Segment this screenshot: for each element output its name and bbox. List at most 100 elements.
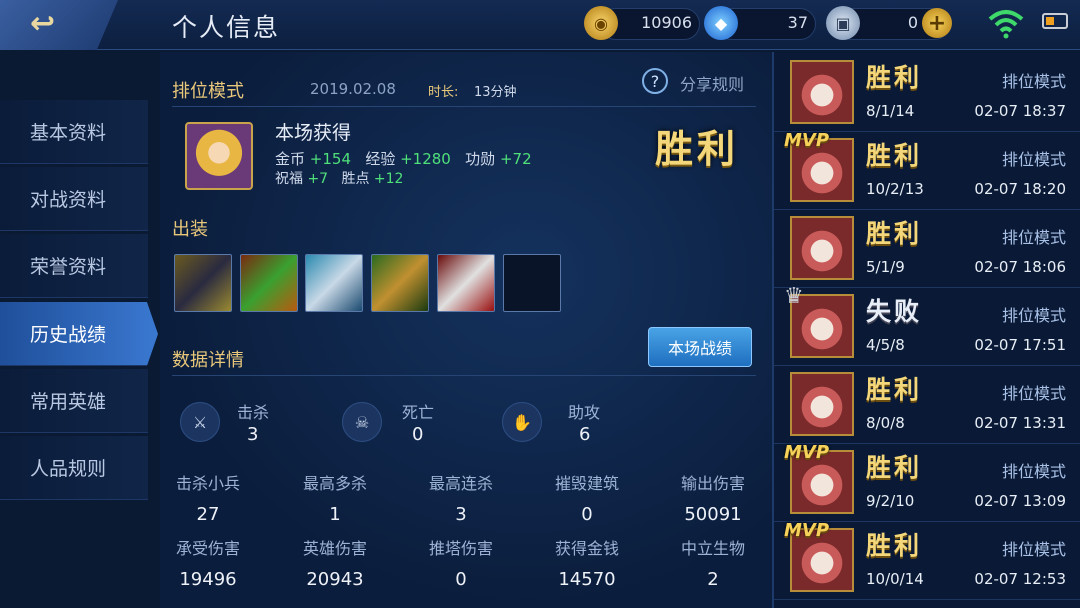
exp-gain-label: 经验: [365, 150, 396, 168]
match-duration: 13分钟: [474, 85, 517, 100]
equipment-slot-4[interactable]: [371, 254, 429, 312]
back-arrow-icon: ↩: [30, 6, 56, 41]
gains-row-2: 祝福 +7 胜点 +12: [275, 168, 403, 188]
points-gain-label: 胜点: [341, 171, 370, 187]
history-mode: 排位模式: [1001, 228, 1066, 247]
history-mode: 排位模式: [1001, 306, 1066, 325]
history-time: 02-07 18:20: [974, 180, 1066, 198]
history-result: 胜利: [866, 375, 923, 404]
bless-gain-label: 祝福: [275, 171, 303, 187]
merit-gain-label: 功勋: [465, 150, 496, 168]
history-row[interactable]: ♛ 失败 排位模式 4/5/8 02-07 17:51: [774, 284, 1080, 366]
stat-value: 0: [455, 569, 467, 590]
help-icon[interactable]: ?: [642, 68, 668, 94]
mvp-badge: MVP: [784, 520, 830, 541]
history-time: 02-07 18:06: [974, 258, 1066, 276]
gains-row-1: 金币 +154 经验 +1280 功勋 +72: [275, 148, 532, 169]
skull-icon: ☠: [342, 402, 382, 442]
equipment-label: 出装: [172, 219, 208, 240]
history-kda: 8/0/8: [866, 414, 905, 432]
kill-label: 击杀: [237, 403, 270, 422]
stat-value: 2: [707, 569, 719, 590]
mvp-badge: MVP: [784, 130, 830, 151]
assist-label: 助攻: [568, 403, 601, 422]
history-row[interactable]: MVP 胜利 排位模式 9/2/10 02-07 13:09: [774, 442, 1080, 522]
history-time: 02-07 13:31: [974, 414, 1066, 432]
history-mode: 排位模式: [1001, 72, 1066, 91]
hero-avatar: [185, 122, 253, 190]
history-mode: 排位模式: [1001, 150, 1066, 169]
history-result: 胜利: [866, 219, 923, 248]
history-mode: 排位模式: [1001, 384, 1066, 403]
history-kda: 4/5/8: [866, 336, 905, 354]
history-row[interactable]: MVP 胜利 排位模式 10/2/13 02-07 18:20: [774, 130, 1080, 210]
stat-value: 1: [329, 504, 341, 525]
stat-value: 20943: [306, 569, 364, 590]
mvp-badge: MVP: [784, 442, 830, 463]
history-row[interactable]: 胜利 排位模式 8/1/14 02-07 18:37: [774, 54, 1080, 132]
match-date: 2019.02.08: [310, 80, 396, 98]
voucher-icon: ▣: [826, 6, 860, 40]
sidebar-item-battle-info[interactable]: 对战资料: [0, 167, 148, 231]
sidebar-item-label: 荣誉资料: [30, 256, 107, 278]
stat-label: 输出伤害: [680, 474, 745, 493]
diamond-value: 37: [787, 13, 808, 32]
history-kda: 10/2/13: [866, 180, 924, 198]
stat-value: 27: [196, 504, 220, 525]
equipment-slot-3[interactable]: [305, 254, 363, 312]
gold-gain-label: 金币: [275, 150, 306, 168]
stat-label: 推塔伤害: [428, 539, 493, 558]
sidebar-item-match-history[interactable]: 历史战绩: [0, 302, 158, 366]
hero-avatar: [790, 216, 854, 280]
sidebar-item-credit-rules[interactable]: 人品规则: [0, 436, 148, 500]
sidebar-item-label: 基本资料: [30, 122, 107, 144]
stat-label: 摧毁建筑: [554, 474, 619, 493]
sidebar-item-honor-info[interactable]: 荣誉资料: [0, 234, 148, 298]
voucher-value: 0: [907, 13, 918, 32]
assist-icon: ✋: [502, 402, 542, 442]
history-row[interactable]: 胜利 排位模式 5/1/9 02-07 18:06: [774, 210, 1080, 288]
death-value: 0: [412, 424, 424, 445]
history-row[interactable]: MVP 胜利 排位模式 10/0/14 02-07 12:53: [774, 520, 1080, 600]
equipment-slot-6-empty[interactable]: [503, 254, 561, 312]
duration-label: 时长:: [428, 85, 459, 100]
history-row[interactable]: 胜利 排位模式 8/0/8 02-07 13:31: [774, 366, 1080, 444]
stat-value: 19496: [179, 569, 237, 590]
match-history-list: 胜利 排位模式 8/1/14 02-07 18:37 MVP 胜利 排位模式 1…: [772, 52, 1080, 608]
history-kda: 5/1/9: [866, 258, 905, 276]
stat-label: 最高多杀: [302, 474, 367, 493]
history-kda: 9/2/10: [866, 492, 915, 510]
merit-gain-value: +72: [499, 150, 532, 168]
crown-icon: ♛: [784, 284, 804, 309]
hero-avatar: [790, 372, 854, 436]
death-label: 死亡: [402, 403, 435, 422]
match-stats-button[interactable]: 本场战绩: [648, 327, 752, 367]
page-title: 个人信息: [172, 13, 281, 42]
equipment-slot-2[interactable]: [240, 254, 298, 312]
history-kda: 8/1/14: [866, 102, 915, 120]
equipment-slot-5[interactable]: [437, 254, 495, 312]
stat-value: 50091: [684, 504, 742, 525]
stat-label: 最高连杀: [428, 474, 493, 493]
points-gain-value: +12: [373, 171, 404, 187]
plus-icon[interactable]: +: [922, 8, 952, 38]
hero-avatar: [790, 60, 854, 124]
sidebar-item-label: 人品规则: [30, 458, 107, 480]
history-time: 02-07 12:53: [974, 570, 1066, 588]
equipment-slot-1[interactable]: [174, 254, 232, 312]
share-rules-link[interactable]: 分享规则: [680, 71, 744, 95]
kill-icon: ⚔: [180, 402, 220, 442]
kill-value: 3: [247, 424, 259, 445]
stat-value: 14570: [558, 569, 616, 590]
sidebar: 基本资料 对战资料 荣誉资料 历史战绩 常用英雄 人品规则: [0, 62, 160, 608]
sidebar-item-common-heroes[interactable]: 常用英雄: [0, 369, 148, 433]
history-result: 胜利: [866, 63, 923, 92]
history-result: 胜利: [866, 141, 923, 170]
sidebar-item-basic-info[interactable]: 基本资料: [0, 100, 148, 164]
stat-label: 中立生物: [680, 539, 745, 558]
stat-label: 获得金钱: [554, 539, 619, 558]
sidebar-item-label: 对战资料: [30, 189, 107, 211]
gold-value: 10906: [641, 13, 692, 32]
sidebar-item-label: 常用英雄: [30, 391, 107, 413]
history-result: 失败: [866, 297, 923, 326]
